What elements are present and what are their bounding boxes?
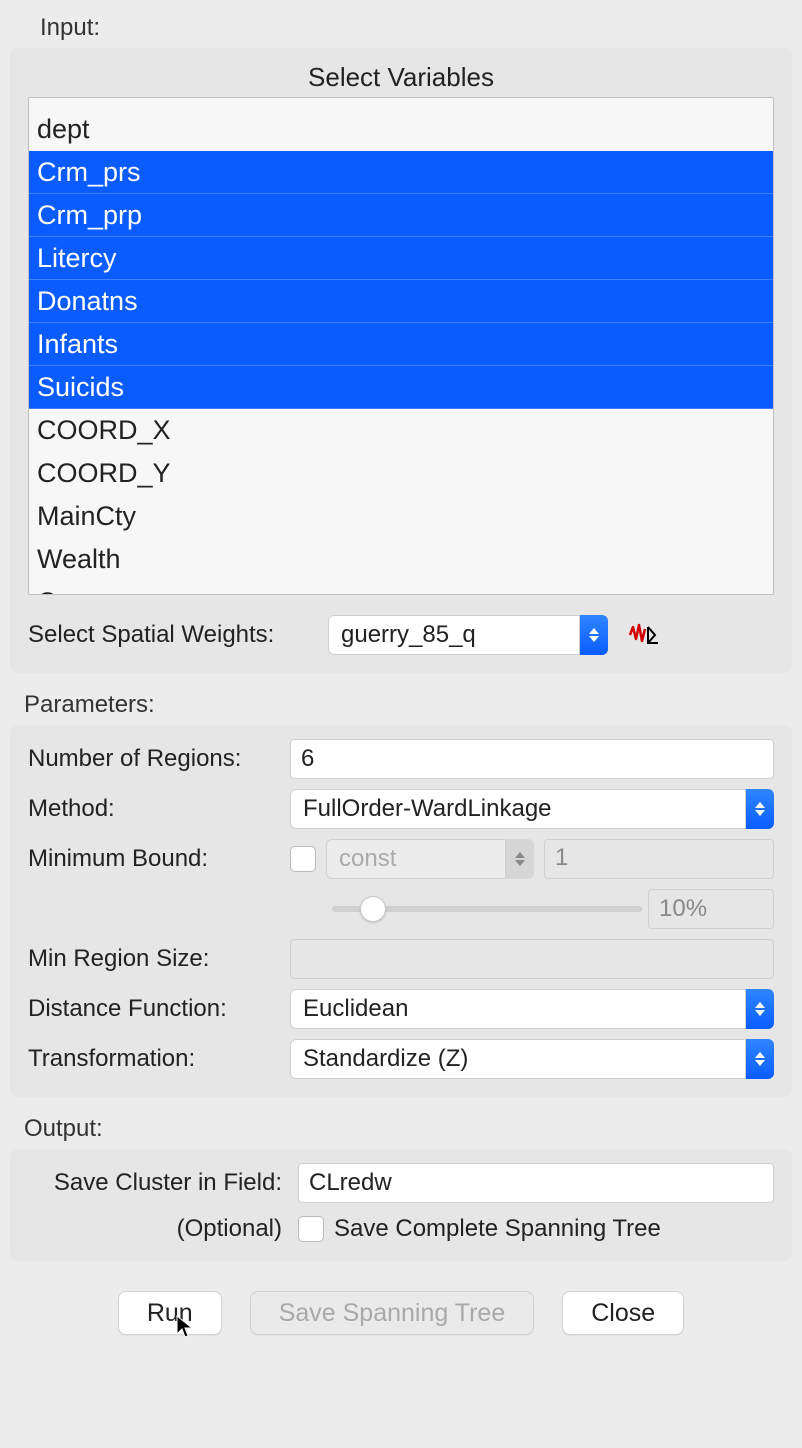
variable-item[interactable]: Suicids: [29, 366, 773, 409]
stepper-icon: [580, 615, 608, 655]
spatial-weights-label: Select Spatial Weights:: [28, 621, 328, 649]
distance-select[interactable]: Euclidean: [290, 989, 774, 1029]
variable-item[interactable]: Wealth: [29, 538, 773, 581]
min-bound-checkbox[interactable]: [290, 846, 316, 872]
transform-value: Standardize (Z): [290, 1039, 746, 1079]
variables-listbox[interactable]: deptCrm_prsCrm_prpLitercyDonatnsInfantsS…: [28, 97, 774, 595]
parameters-section-label: Parameters:: [24, 691, 792, 719]
stepper-icon: [746, 989, 774, 1029]
save-field-label: Save Cluster in Field:: [28, 1169, 298, 1197]
transform-label: Transformation:: [28, 1045, 290, 1073]
method-label: Method:: [28, 795, 290, 823]
distance-label: Distance Function:: [28, 995, 290, 1023]
min-bound-select: const: [326, 839, 534, 879]
variable-item[interactable]: Commerc: [29, 581, 773, 595]
variable-item[interactable]: [29, 98, 773, 108]
method-select[interactable]: FullOrder-WardLinkage: [290, 789, 774, 829]
transform-select[interactable]: Standardize (Z): [290, 1039, 774, 1079]
method-value: FullOrder-WardLinkage: [290, 789, 746, 829]
output-panel: Save Cluster in Field: (Optional) Save C…: [10, 1149, 792, 1261]
spanning-tree-checkbox[interactable]: [298, 1216, 324, 1242]
input-section-label: Input:: [40, 14, 792, 42]
stepper-icon: [746, 789, 774, 829]
input-panel: Select Variables deptCrm_prsCrm_prpLiter…: [10, 48, 792, 673]
variable-item[interactable]: Donatns: [29, 280, 773, 323]
num-regions-label: Number of Regions:: [28, 745, 290, 773]
min-region-label: Min Region Size:: [28, 945, 290, 973]
run-button[interactable]: Run: [118, 1291, 222, 1335]
save-field-input[interactable]: [298, 1163, 774, 1203]
distance-value: Euclidean: [290, 989, 746, 1029]
save-spanning-tree-button: Save Spanning Tree: [250, 1291, 535, 1335]
parameters-panel: Number of Regions: Method: FullOrder-War…: [10, 725, 792, 1097]
variable-item[interactable]: MainCty: [29, 495, 773, 538]
variable-item[interactable]: Crm_prs: [29, 151, 773, 194]
min-region-input: [290, 939, 774, 979]
output-section-label: Output:: [24, 1115, 792, 1143]
variable-item[interactable]: dept: [29, 108, 773, 151]
min-bound-select-value: const: [326, 839, 506, 879]
spatial-weights-value: guerry_85_q: [328, 615, 580, 655]
select-variables-title: Select Variables: [28, 62, 774, 93]
num-regions-input[interactable]: [290, 739, 774, 779]
spatial-weights-select[interactable]: guerry_85_q: [328, 615, 608, 655]
weights-tool-icon[interactable]: [628, 621, 662, 649]
min-bound-percent: 10%: [648, 889, 774, 929]
min-bound-slider: [332, 894, 642, 924]
close-button-label: Close: [591, 1299, 655, 1328]
button-row: Run Save Spanning Tree Close: [10, 1291, 792, 1335]
save-spanning-tree-label: Save Spanning Tree: [279, 1299, 506, 1328]
variable-item[interactable]: Litercy: [29, 237, 773, 280]
run-button-label: Run: [147, 1299, 193, 1328]
variable-item[interactable]: COORD_X: [29, 409, 773, 452]
stepper-icon: [506, 839, 534, 879]
stepper-icon: [746, 1039, 774, 1079]
variable-item[interactable]: Infants: [29, 323, 773, 366]
min-bound-label: Minimum Bound:: [28, 845, 290, 873]
close-button[interactable]: Close: [562, 1291, 684, 1335]
min-bound-value: 1: [544, 839, 774, 879]
variable-item[interactable]: Crm_prp: [29, 194, 773, 237]
slider-thumb: [360, 896, 386, 922]
variable-item[interactable]: COORD_Y: [29, 452, 773, 495]
spanning-tree-checkbox-label: Save Complete Spanning Tree: [334, 1215, 661, 1243]
optional-label: (Optional): [28, 1215, 298, 1243]
